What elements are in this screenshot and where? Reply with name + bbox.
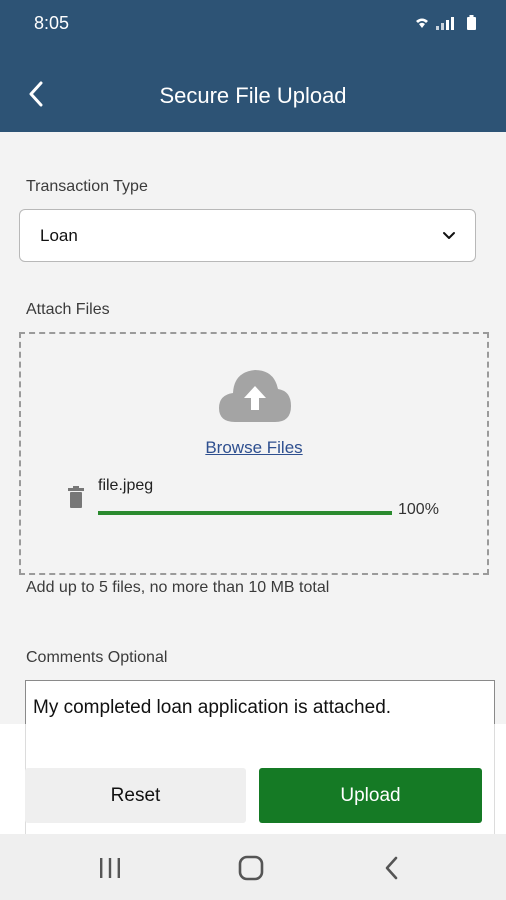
attach-files-label: Attach Files bbox=[26, 301, 110, 318]
page-title: Secure File Upload bbox=[159, 83, 347, 108]
upload-button[interactable]: Upload bbox=[259, 768, 482, 823]
battery-icon bbox=[467, 15, 476, 30]
app-bar: Secure File Upload bbox=[0, 50, 506, 132]
upload-progress-text: 100% bbox=[398, 501, 439, 518]
footer-divider bbox=[494, 724, 495, 834]
comments-text: My completed loan application is attache… bbox=[33, 697, 392, 718]
wifi-icon bbox=[416, 18, 428, 28]
file-limit-hint: Add up to 5 files, no more than 10 MB to… bbox=[26, 579, 330, 596]
nav-recents-icon bbox=[100, 858, 120, 878]
trash-icon[interactable] bbox=[67, 486, 85, 508]
file-drop-zone[interactable]: Browse Files file.jpeg 100% bbox=[19, 332, 489, 575]
transaction-type-label: Transaction Type bbox=[26, 178, 148, 195]
upload-progress-fill bbox=[98, 511, 392, 515]
signal-icon bbox=[436, 17, 454, 30]
cloud-upload-icon[interactable] bbox=[217, 364, 293, 428]
transaction-type-value: Loan bbox=[40, 226, 78, 245]
nav-home-icon bbox=[238, 855, 264, 881]
chevron-down-icon bbox=[443, 232, 455, 239]
nav-back-button[interactable] bbox=[377, 853, 407, 883]
upload-progress-bar bbox=[98, 511, 392, 515]
status-icons bbox=[415, 15, 476, 30]
nav-back-icon bbox=[385, 856, 398, 880]
upload-form: Transaction Type Loan Attach Files Brows… bbox=[0, 132, 506, 740]
nav-home-button[interactable] bbox=[236, 853, 266, 883]
transaction-type-select[interactable]: Loan bbox=[19, 209, 476, 262]
status-time: 8:05 bbox=[34, 13, 70, 33]
reset-button[interactable]: Reset bbox=[25, 768, 246, 823]
nav-recents-button[interactable] bbox=[95, 853, 125, 883]
action-footer: Reset Upload bbox=[0, 724, 506, 834]
comments-label: Comments Optional bbox=[26, 649, 168, 666]
status-bar: 8:05 bbox=[0, 0, 506, 50]
file-name: file.jpeg bbox=[98, 477, 154, 494]
system-nav-bar bbox=[0, 834, 506, 900]
browse-files-link[interactable]: Browse Files bbox=[21, 438, 487, 458]
